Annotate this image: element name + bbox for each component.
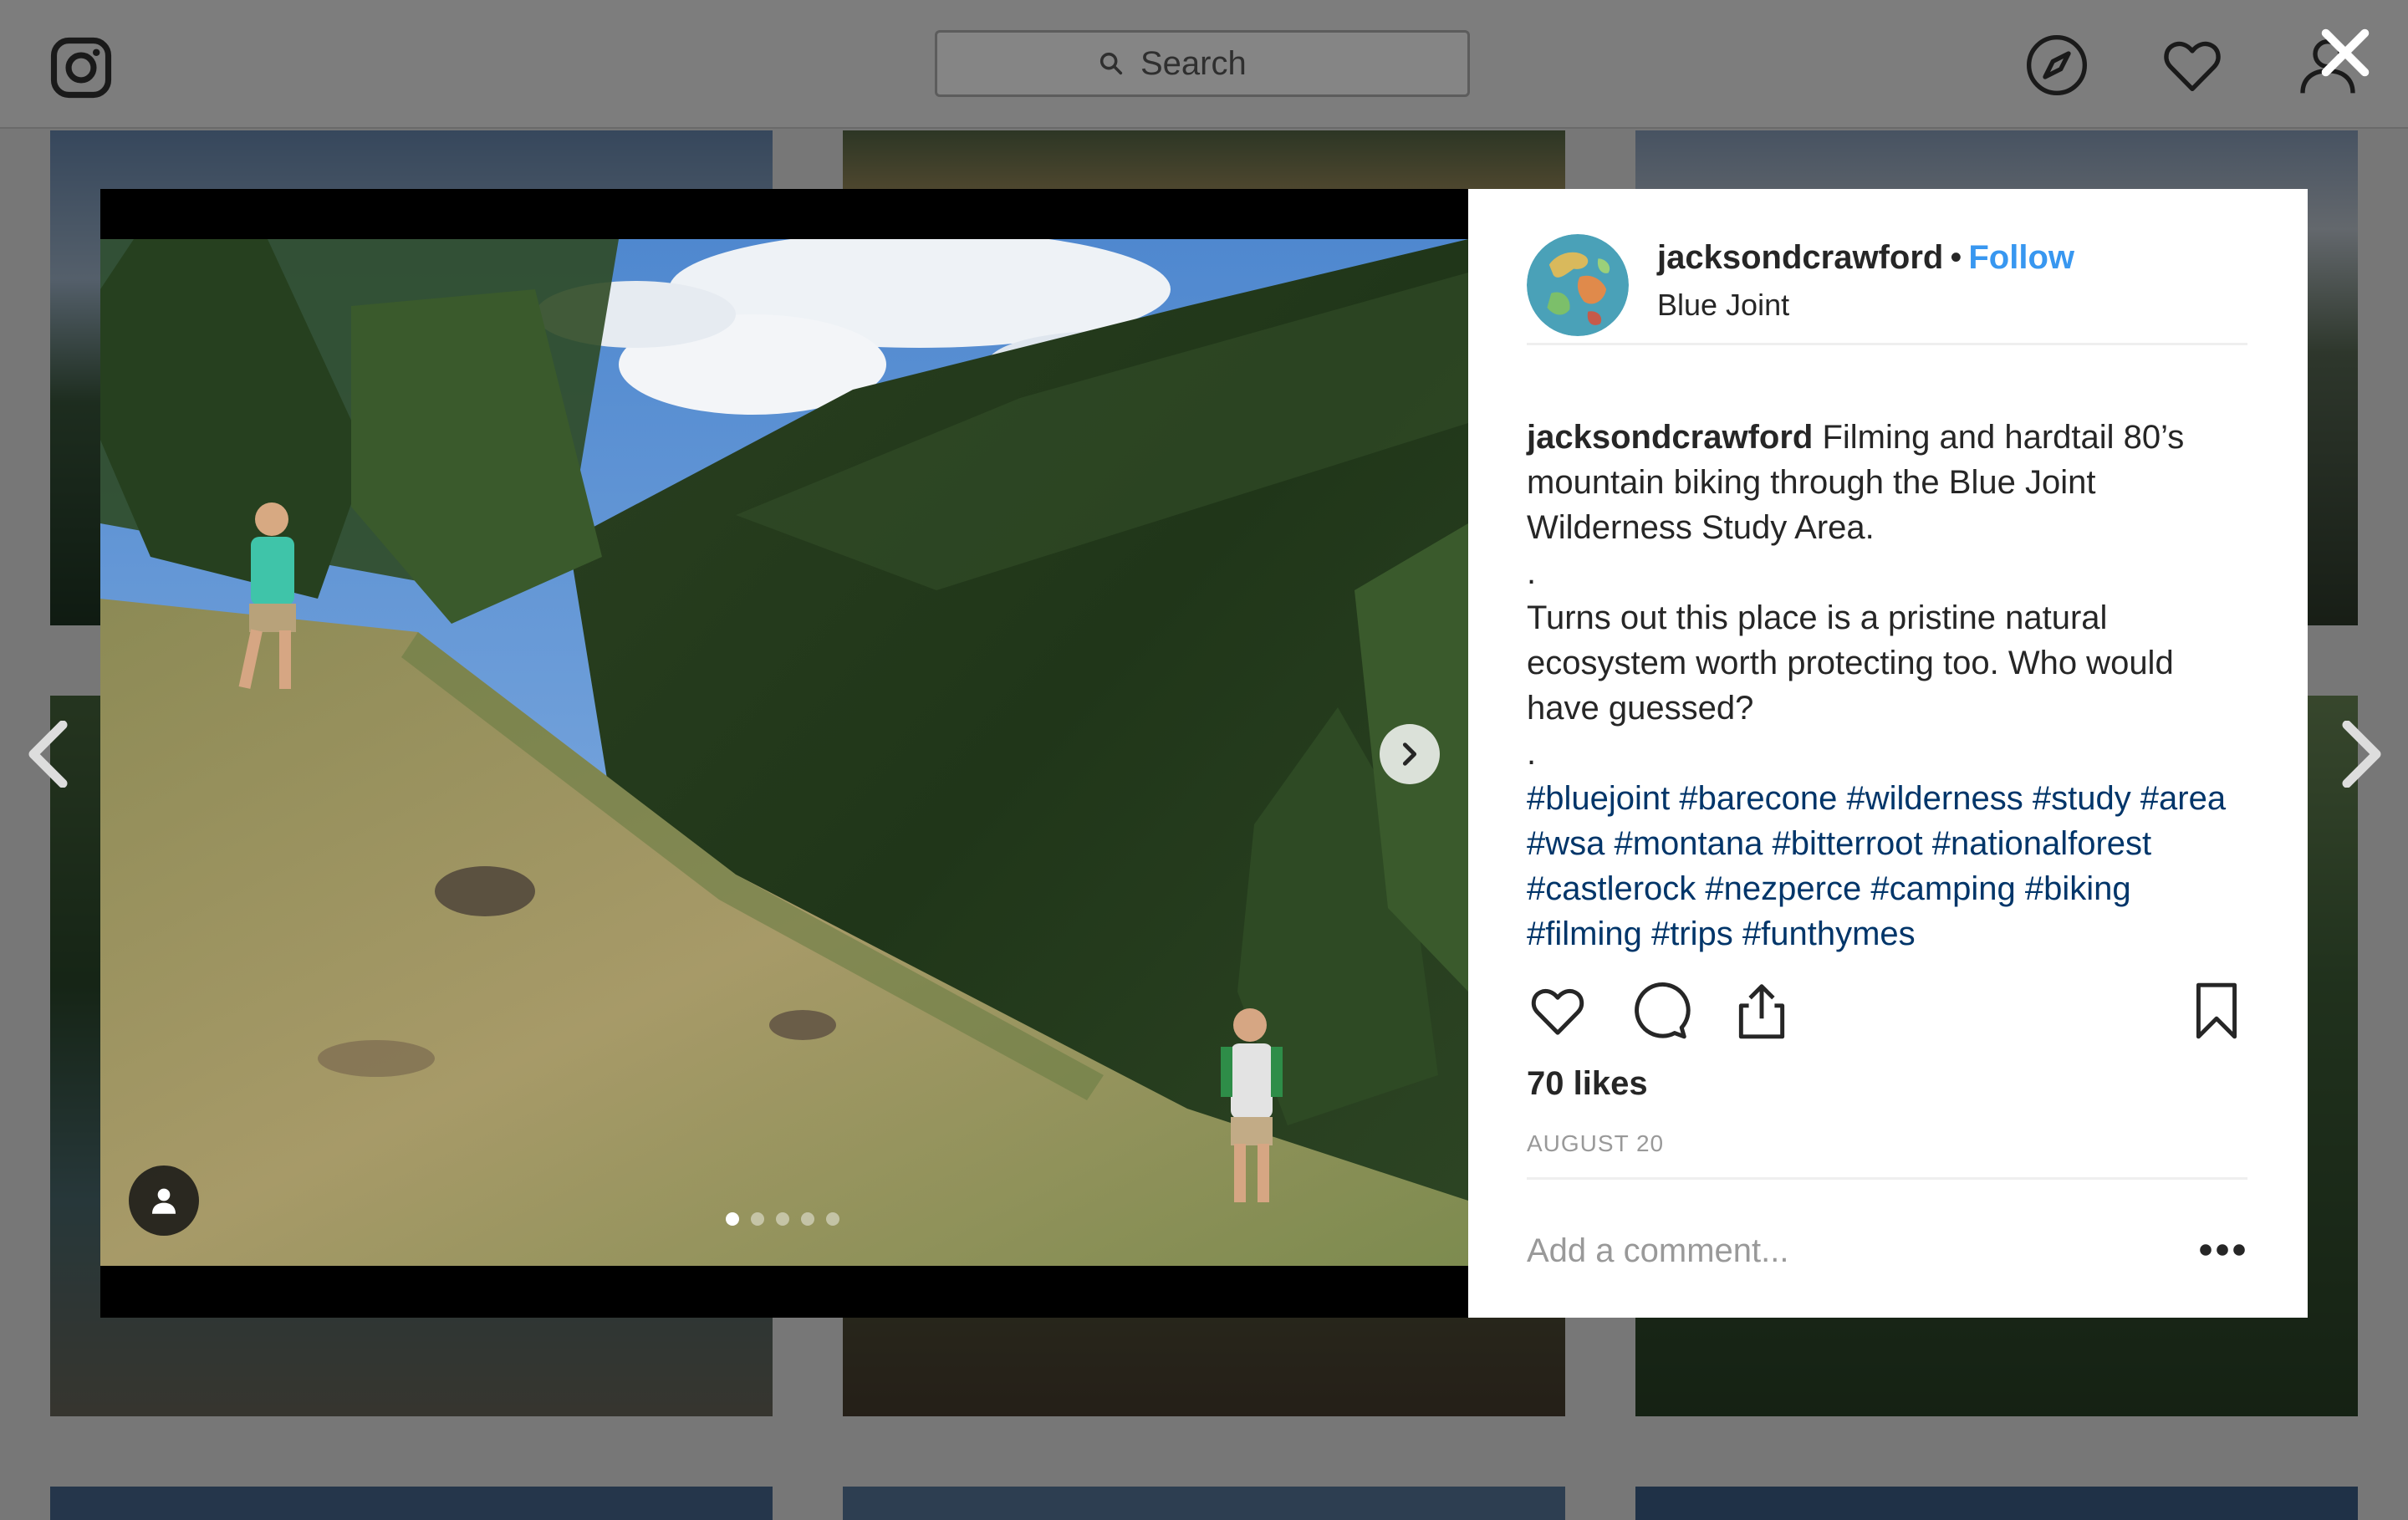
post-photo[interactable] <box>100 239 1468 1266</box>
user-tag-icon <box>152 1188 176 1214</box>
carousel-dot <box>801 1212 814 1226</box>
next-photo-button[interactable] <box>1380 724 1440 784</box>
post-date: AUGUST 20 <box>1527 1130 1665 1156</box>
caption-hashtags[interactable]: #bluejoint #barecone #wilderness #study … <box>1527 776 2254 956</box>
chevron-right-icon[interactable] <box>2334 721 2385 788</box>
caption-text: Turns out this place is a pristine natur… <box>1527 599 2174 727</box>
chevron-right-icon <box>1402 742 1417 766</box>
search-box[interactable] <box>935 30 1470 97</box>
heart-icon[interactable] <box>1527 980 1589 1042</box>
likes-count[interactable]: 70 likes <box>1527 1065 1648 1103</box>
instagram-logo-icon[interactable] <box>48 35 114 100</box>
more-options-icon[interactable] <box>2197 1237 2247 1262</box>
carousel-dot <box>826 1212 839 1226</box>
avatar[interactable] <box>1527 234 1629 336</box>
carousel-dot <box>776 1212 789 1226</box>
carousel-indicator <box>726 1212 839 1226</box>
post-media <box>100 189 1468 1318</box>
divider <box>1527 1177 2247 1180</box>
comment-input[interactable] <box>1527 1226 2162 1276</box>
carousel-dot <box>751 1212 764 1226</box>
caption-dot: . <box>1527 735 1537 772</box>
grid-tile-7[interactable] <box>50 1487 773 1520</box>
compass-icon[interactable] <box>2023 32 2090 99</box>
share-icon[interactable] <box>1731 980 1793 1042</box>
caption-dot: . <box>1527 554 1537 591</box>
follow-button[interactable]: Follow <box>1968 239 2074 276</box>
carousel-dot <box>726 1212 739 1226</box>
caption-username[interactable]: jacksondcrawford <box>1527 419 1813 456</box>
grid-tile-9[interactable] <box>1635 1487 2358 1520</box>
comment-icon[interactable] <box>1629 980 1691 1042</box>
chevron-left-icon[interactable] <box>25 721 75 788</box>
post-caption: jacksondcrawford Filming and hardtail 80… <box>1527 415 2254 956</box>
heart-icon[interactable] <box>2159 32 2226 99</box>
post-actions <box>1527 980 2247 1047</box>
separator-dot: • <box>1950 239 1962 276</box>
bookmark-icon[interactable] <box>2186 980 2247 1042</box>
tagged-users-button[interactable] <box>129 1166 199 1236</box>
search-input[interactable] <box>1140 44 1308 83</box>
post-modal: jacksondcrawford • Follow Blue Joint jacks… <box>100 189 2308 1318</box>
close-icon[interactable] <box>2316 23 2375 82</box>
username-link[interactable]: jacksondcrawford <box>1657 239 1943 276</box>
post-panel: jacksondcrawford • Follow Blue Joint jacks… <box>1468 189 2308 1318</box>
grid-tile-8[interactable] <box>843 1487 1565 1520</box>
search-icon <box>1099 52 1123 75</box>
top-navigation <box>0 0 2408 129</box>
location-link[interactable]: Blue Joint <box>1657 288 1789 323</box>
username-line: jacksondcrawford • Follow <box>1657 239 2074 277</box>
post-header: jacksondcrawford • Follow Blue Joint <box>1527 234 2247 345</box>
